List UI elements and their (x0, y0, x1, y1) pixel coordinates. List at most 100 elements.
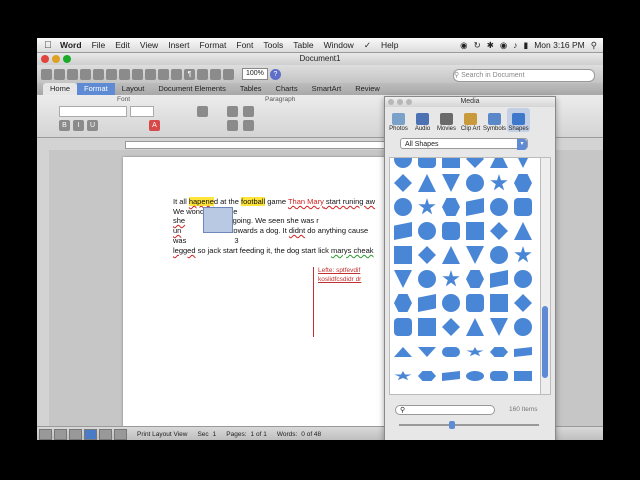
align-center-icon[interactable] (243, 120, 254, 131)
apple-menu-icon[interactable]:  (41, 40, 55, 51)
menu-tools[interactable]: Tools (258, 40, 288, 50)
draft-view-button[interactable] (39, 428, 52, 440)
shape-category-dropdown[interactable]: All Shapes ▾ (400, 138, 528, 150)
tab-smartart[interactable]: SmartArt (305, 83, 349, 95)
tab-format[interactable]: Format (77, 83, 115, 95)
menu-font[interactable]: Font (231, 40, 258, 50)
shape-thumbnail[interactable] (514, 222, 532, 240)
media-tab-clip-art[interactable]: Clip Art (459, 108, 482, 132)
tab-document-elements[interactable]: Document Elements (151, 83, 233, 95)
tab-layout[interactable]: Layout (115, 83, 152, 95)
bluetooth-icon[interactable]: ✱ (487, 40, 494, 51)
shapes-scrollbar[interactable] (540, 157, 551, 395)
menu-table[interactable]: Table (288, 40, 318, 50)
shape-thumbnail[interactable] (442, 347, 460, 357)
font-color-icon[interactable]: A (149, 120, 160, 131)
font-name-field[interactable] (59, 106, 127, 117)
format-painter-icon[interactable] (145, 68, 156, 80)
shape-thumbnail[interactable] (442, 174, 460, 192)
cut-icon[interactable] (106, 68, 117, 80)
script-menu-icon[interactable]: ✓ (359, 40, 376, 51)
shape-thumbnail[interactable] (514, 174, 532, 192)
shape-thumbnail[interactable] (490, 158, 508, 168)
menu-edit[interactable]: Edit (110, 40, 135, 50)
media-search-input[interactable]: ⚲ (395, 405, 495, 415)
shape-thumbnail[interactable] (490, 174, 508, 191)
shape-thumbnail[interactable] (466, 246, 484, 264)
shape-thumbnail[interactable] (442, 198, 460, 216)
volume-icon[interactable]: ♪ (513, 40, 517, 50)
shape-thumbnail[interactable] (442, 270, 460, 287)
shape-thumbnail[interactable] (394, 347, 412, 357)
tab-charts[interactable]: Charts (269, 83, 305, 95)
menu-help[interactable]: Help (376, 40, 403, 50)
undo-icon[interactable] (158, 68, 169, 80)
shape-thumbnail[interactable] (394, 198, 412, 216)
shape-thumbnail[interactable] (490, 198, 508, 216)
shape-thumbnail[interactable] (514, 270, 532, 288)
shape-thumbnail[interactable] (418, 222, 436, 240)
media-tab-audio[interactable]: Audio (411, 108, 434, 132)
italic-icon[interactable]: I (73, 120, 84, 131)
shape-thumbnail[interactable] (418, 371, 436, 381)
menu-insert[interactable]: Insert (163, 40, 194, 50)
shape-thumbnail[interactable] (466, 174, 484, 192)
templates-icon[interactable] (54, 68, 65, 80)
shape-thumbnail[interactable] (394, 294, 412, 312)
search-input[interactable]: ⚲ Search in Document (453, 69, 595, 82)
bold-icon[interactable]: B (59, 120, 70, 131)
media-browser-icon[interactable] (223, 68, 234, 80)
shape-thumbnail[interactable] (418, 270, 436, 288)
shape-thumbnail[interactable] (490, 222, 508, 240)
help-icon[interactable]: ? (269, 68, 281, 80)
shape-thumbnail[interactable] (466, 222, 484, 240)
shape-thumbnail[interactable] (394, 246, 412, 264)
media-close-icon[interactable] (388, 99, 394, 105)
comment-line-1[interactable]: Lefte: sptfevdif (318, 267, 360, 274)
shape-thumbnail[interactable] (514, 371, 532, 381)
shape-thumbnail[interactable] (514, 198, 532, 216)
menu-file[interactable]: File (87, 40, 111, 50)
scroll-thumb[interactable] (542, 306, 548, 378)
shape-thumbnail[interactable] (490, 246, 508, 264)
shape-thumbnail[interactable] (466, 318, 484, 336)
shape-thumbnail[interactable] (466, 270, 484, 288)
shape-thumbnail[interactable] (514, 158, 532, 168)
copy-icon[interactable] (119, 68, 130, 80)
shape-thumbnail[interactable] (418, 294, 436, 312)
paste-icon[interactable] (132, 68, 143, 80)
clock[interactable]: Mon 3:16 PM (534, 40, 585, 50)
numbering-icon[interactable] (243, 106, 254, 117)
fullscreen-view-button[interactable] (114, 428, 127, 440)
shape-thumbnail[interactable] (466, 371, 484, 381)
save-icon[interactable] (80, 68, 91, 80)
minimize-window-icon[interactable] (52, 55, 60, 63)
shape-thumbnail[interactable] (466, 294, 484, 312)
media-minimize-icon[interactable] (397, 99, 403, 105)
shield-icon[interactable]: ◉ (460, 40, 467, 51)
close-window-icon[interactable] (41, 55, 49, 63)
shape-thumbnail[interactable] (418, 174, 436, 192)
thumbnail-size-slider[interactable] (399, 421, 539, 429)
shapes-grid[interactable] (389, 157, 541, 395)
print-layout-view-button[interactable] (84, 428, 97, 440)
sidebar-icon[interactable] (197, 68, 208, 80)
shape-thumbnail[interactable] (394, 318, 412, 336)
wifi-icon[interactable]: ◉ (500, 40, 507, 51)
tab-review[interactable]: Review (348, 83, 387, 95)
shape-thumbnail[interactable] (442, 246, 460, 264)
print-icon[interactable] (93, 68, 104, 80)
show-formatting-icon[interactable]: ¶ (184, 68, 195, 80)
shape-thumbnail[interactable] (466, 158, 484, 168)
shape-thumbnail[interactable] (394, 371, 412, 381)
tab-home[interactable]: Home (43, 83, 78, 95)
shape-thumbnail[interactable] (442, 222, 460, 240)
shape-thumbnail[interactable] (490, 270, 508, 288)
shape-thumbnail[interactable] (442, 371, 460, 381)
publishing-view-button[interactable] (69, 428, 82, 440)
media-tab-movies[interactable]: Movies (435, 108, 458, 132)
outline-view-button[interactable] (54, 428, 67, 440)
shape-thumbnail[interactable] (418, 318, 436, 336)
media-zoom-icon[interactable] (406, 99, 412, 105)
shape-thumbnail[interactable] (418, 198, 436, 215)
